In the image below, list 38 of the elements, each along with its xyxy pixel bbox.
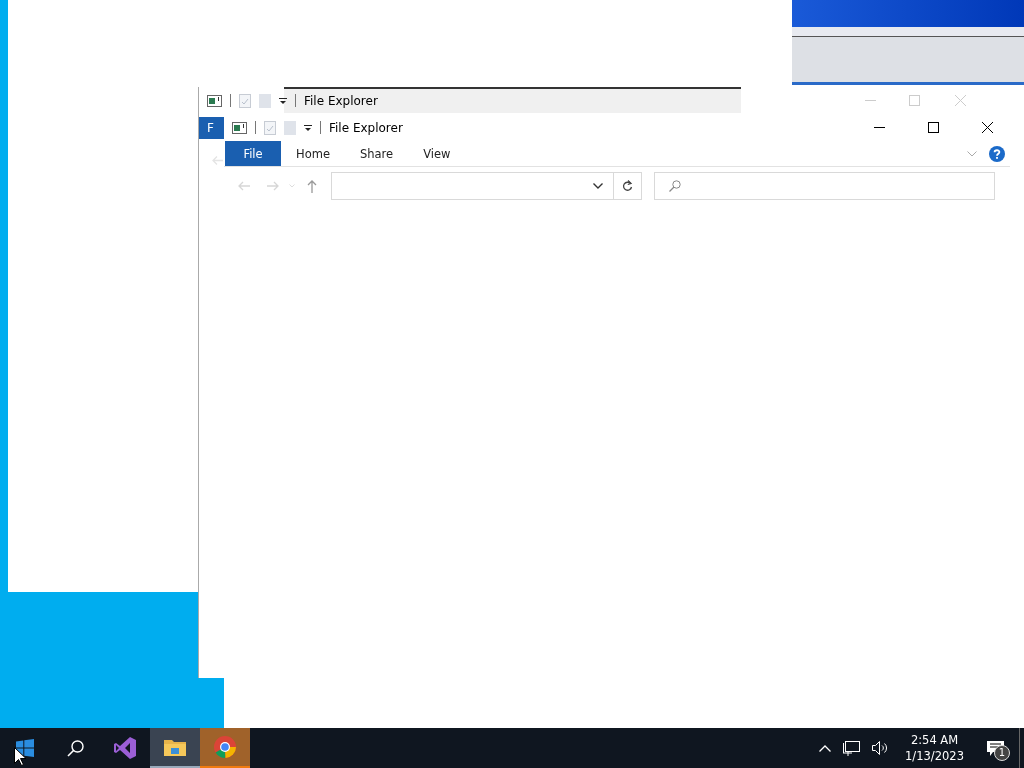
close-icon xyxy=(981,122,993,133)
maximize-icon xyxy=(927,122,939,133)
clock-time: 2:54 AM xyxy=(910,732,959,748)
forward-arrow-icon[interactable] xyxy=(267,181,279,191)
folder-icon xyxy=(164,738,186,756)
properties-icon[interactable] xyxy=(264,120,276,135)
expand-ribbon-icon[interactable] xyxy=(967,150,977,157)
window-icon xyxy=(232,121,247,134)
taskbar-app-button[interactable] xyxy=(200,728,250,768)
windows-logo-icon xyxy=(16,739,34,757)
network-icon[interactable] xyxy=(843,740,861,756)
mouse-pointer-icon xyxy=(14,747,26,766)
infinity-logo-icon xyxy=(113,736,137,760)
ribbon-tab[interactable]: F xyxy=(199,117,225,139)
properties-icon[interactable] xyxy=(239,93,251,108)
chevron-up-icon[interactable] xyxy=(819,744,832,752)
notification-badge: 1 xyxy=(994,745,1010,761)
close-icon[interactable] xyxy=(955,95,966,106)
refresh-icon xyxy=(622,180,633,192)
up-arrow-icon[interactable] xyxy=(307,179,317,193)
chevron-down-icon[interactable] xyxy=(593,183,603,189)
chrome-logo-icon xyxy=(214,736,236,758)
recent-locations-icon[interactable] xyxy=(289,184,295,188)
back-arrow-icon[interactable] xyxy=(238,181,250,191)
taskbar-app-button[interactable] xyxy=(150,728,200,768)
ribbon-tab[interactable]: File xyxy=(225,141,281,166)
clock-date: 1/13/2023 xyxy=(905,748,964,764)
maximize-icon[interactable] xyxy=(909,95,920,106)
dropdown-icon[interactable] xyxy=(279,96,287,105)
window-title: File Explorer xyxy=(304,93,378,108)
window-title: File Explorer xyxy=(329,120,403,135)
search-icon xyxy=(669,180,681,192)
dropdown-icon[interactable] xyxy=(304,123,312,132)
window-icon xyxy=(207,94,222,107)
search-icon xyxy=(66,739,84,757)
help-icon[interactable] xyxy=(989,145,1005,162)
speaker-icon[interactable] xyxy=(872,741,890,755)
search-field[interactable] xyxy=(654,172,995,200)
